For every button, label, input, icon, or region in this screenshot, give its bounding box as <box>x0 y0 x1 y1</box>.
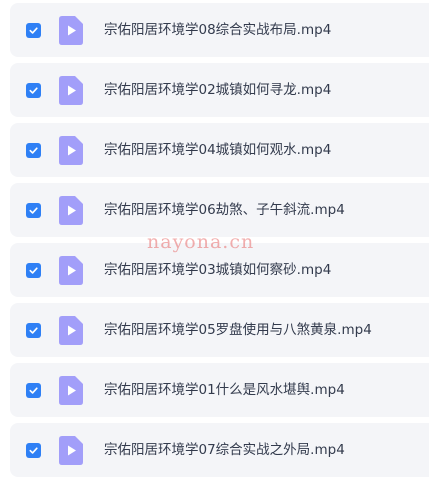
checkbox-checked-icon[interactable] <box>26 23 41 38</box>
file-row[interactable]: 宗佑阳居环境学07综合实战之外局.mp4 <box>10 423 429 477</box>
video-file-icon <box>59 316 83 345</box>
checkbox-checked-icon[interactable] <box>26 323 41 338</box>
file-name[interactable]: 宗佑阳居环境学08综合实战布局.mp4 <box>104 3 331 57</box>
checkbox-checked-icon[interactable] <box>26 263 41 278</box>
video-file-icon <box>59 436 83 465</box>
video-file-icon <box>59 376 83 405</box>
file-row[interactable]: 宗佑阳居环境学04城镇如何观水.mp4 <box>10 123 429 177</box>
file-name[interactable]: 宗佑阳居环境学04城镇如何观水.mp4 <box>104 123 331 177</box>
file-name[interactable]: 宗佑阳居环境学01什么是风水堪舆.mp4 <box>104 363 345 417</box>
file-name[interactable]: 宗佑阳居环境学06劫煞、子午斜流.mp4 <box>104 183 345 237</box>
file-name[interactable]: 宗佑阳居环境学07综合实战之外局.mp4 <box>104 423 345 477</box>
video-file-icon <box>59 256 83 285</box>
video-file-icon <box>59 76 83 105</box>
checkbox-checked-icon[interactable] <box>26 383 41 398</box>
file-row[interactable]: 宗佑阳居环境学03城镇如何察砂.mp4 <box>10 243 429 297</box>
video-file-icon <box>59 16 83 45</box>
file-name[interactable]: 宗佑阳居环境学02城镇如何寻龙.mp4 <box>104 63 331 117</box>
file-row[interactable]: 宗佑阳居环境学08综合实战布局.mp4 <box>10 3 429 57</box>
file-row[interactable]: 宗佑阳居环境学01什么是风水堪舆.mp4 <box>10 363 429 417</box>
file-row[interactable]: 宗佑阳居环境学05罗盘使用与八煞黄泉.mp4 <box>10 303 429 357</box>
file-name[interactable]: 宗佑阳居环境学05罗盘使用与八煞黄泉.mp4 <box>104 303 372 357</box>
file-name[interactable]: 宗佑阳居环境学03城镇如何察砂.mp4 <box>104 243 331 297</box>
video-file-icon <box>59 196 83 225</box>
checkbox-checked-icon[interactable] <box>26 443 41 458</box>
checkbox-checked-icon[interactable] <box>26 203 41 218</box>
file-row[interactable]: 宗佑阳居环境学02城镇如何寻龙.mp4 <box>10 63 429 117</box>
file-row[interactable]: 宗佑阳居环境学06劫煞、子午斜流.mp4 <box>10 183 429 237</box>
checkbox-checked-icon[interactable] <box>26 83 41 98</box>
checkbox-checked-icon[interactable] <box>26 143 41 158</box>
video-file-icon <box>59 136 83 165</box>
file-list: 宗佑阳居环境学08综合实战布局.mp4 宗佑阳居环境学02城镇如何寻龙.mp4 … <box>10 3 429 483</box>
